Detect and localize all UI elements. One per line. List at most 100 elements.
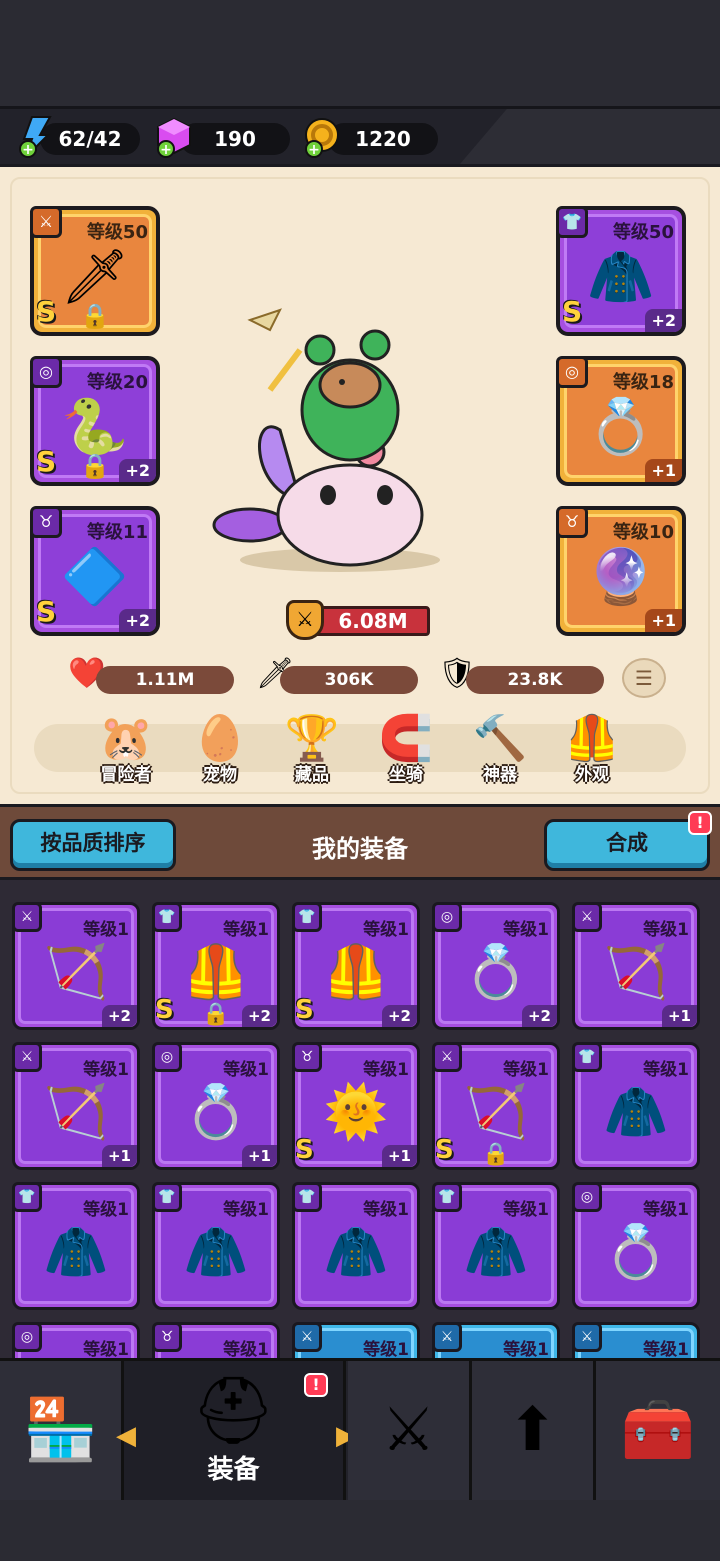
equip-slot-ring-2[interactable]: ◎ 等级18 💍 +1 — [556, 356, 686, 486]
armor-icon: 👕 — [152, 902, 182, 932]
merge-button[interactable]: 合成 — [544, 819, 710, 871]
inventory-item[interactable]: ⚔ 等级1 🏹 +2 — [12, 902, 140, 1030]
green-bow-icon: 🏹 — [463, 1082, 529, 1143]
svg-text:+: + — [22, 142, 34, 158]
crossbow-icon: 🏹 — [603, 942, 669, 1003]
tab-mount[interactable]: 🧲 坐骑 — [366, 712, 446, 785]
outfit-icon: 🦺 — [564, 713, 620, 764]
equipment-alert-badge: ! — [304, 1373, 328, 1397]
armor-icon: 👕 — [556, 206, 588, 238]
fur-armor-icon: 🧥 — [183, 1222, 249, 1283]
inventory-item[interactable]: 👕 等级1 🧥 — [432, 1182, 560, 1310]
greatsword-icon: 🗡 — [60, 245, 130, 309]
gold-counter: 1220 — [328, 123, 438, 155]
sword-icon: ⚔ — [432, 1042, 462, 1072]
inventory-item[interactable]: ◎ 等级1 💍 +1 — [152, 1042, 280, 1170]
sword-icon: ⚔ — [572, 902, 602, 932]
armor-icon: 👕 — [292, 1182, 322, 1212]
fur-armor-icon: 🧥 — [603, 1082, 669, 1143]
gold-ring-icon: 💍 — [603, 1222, 669, 1283]
inventory-item[interactable]: ◎ 等级1 💍 +2 — [432, 902, 560, 1030]
defense-stat: 23.8K — [466, 666, 604, 694]
lock-icon: 🔒 — [80, 452, 110, 480]
sword-icon: ⚔ — [572, 1322, 602, 1352]
armor-icon: 👕 — [572, 1042, 602, 1072]
tab-adventurer[interactable]: 🐹 冒险者 — [86, 712, 166, 785]
crossbow-icon: 🏹 — [43, 1082, 109, 1143]
inventory-item[interactable]: 👕 等级1 🧥 — [572, 1042, 700, 1170]
armor-icon: 👕 — [292, 902, 322, 932]
fur-armor-icon: 🧥 — [43, 1222, 109, 1283]
inventory-item[interactable]: ⚔ 等级1 🏹 S 🔒 — [432, 1042, 560, 1170]
crossbow-icon: 🏹 — [43, 942, 109, 1003]
ring-icon: ◎ — [12, 1322, 42, 1352]
fur-armor-icon: 🧥 — [463, 1222, 529, 1283]
ring-icon: ◎ — [152, 1042, 182, 1072]
equip-slot-amulet[interactable]: ♉ 等级11 🔷 S +2 — [30, 506, 160, 636]
inventory-item[interactable]: ♉ 等级1 — [152, 1322, 280, 1358]
inventory-item[interactable]: 👕 等级1 🦺 S +2 — [292, 902, 420, 1030]
footer-spacer — [0, 1500, 720, 1561]
tab-artifact[interactable]: 🔨 神器 — [460, 712, 540, 785]
nav-equipment[interactable]: ⛑ 装备 ! — [124, 1361, 346, 1500]
inventory-item[interactable]: ⚔ 等级1 — [432, 1322, 560, 1358]
attack-stat: 306K — [280, 666, 418, 694]
inventory-item[interactable]: ⚔ 等级1 — [292, 1322, 420, 1358]
ring-icon: ◎ — [572, 1182, 602, 1212]
tab-appearance[interactable]: 🦺 外观 — [552, 712, 632, 785]
lock-icon: 🔒 — [202, 1002, 230, 1027]
treasure-chest-icon: 🧰 — [620, 1395, 696, 1465]
inventory-item[interactable]: 👕 等级1 🦺 S 🔒 +2 — [152, 902, 280, 1030]
inventory-item[interactable]: ⚔ 等级1 — [572, 1322, 700, 1358]
coin-plus-icon[interactable]: + — [302, 115, 342, 159]
gem-counter: 190 — [180, 123, 290, 155]
gem-plus-icon[interactable]: + — [154, 115, 194, 159]
equip-slot-weapon[interactable]: ⚔ 等级50 🗡 S 🔒 — [30, 206, 160, 336]
horseshoe-icon: 🧲 — [378, 713, 434, 764]
sword-icon: ⚔ — [432, 1322, 462, 1352]
egg-icon: 🥚 — [192, 713, 248, 764]
inventory-item[interactable]: 👕 等级1 🧥 — [152, 1182, 280, 1310]
sort-by-quality-button[interactable]: 按品质排序 — [10, 819, 176, 871]
equip-slot-amulet-2[interactable]: ♉ 等级10 🔮 +1 — [556, 506, 686, 636]
gold-ring-icon: 💍 — [463, 942, 529, 1003]
gold-ring-icon: 💍 — [183, 1082, 249, 1143]
fur-armor-icon: 🧥 — [323, 1222, 389, 1283]
crossed-swords-icon: ⚔ — [381, 1395, 436, 1465]
winged-emblem-icon: 🔷 — [61, 545, 129, 609]
inventory-item[interactable]: ♉ 等级1 🌞 S +1 — [292, 1042, 420, 1170]
upgrade-arrow-icon: ⬆ — [507, 1395, 558, 1465]
bottom-navigation: 🏪 ⛑ 装备 ! ◀ ▶ ⚔ ⬆ 🧰 — [0, 1358, 720, 1500]
game-screen: 62/42 + 190 + 1220 + ⚔ 等级50 🗡 S 🔒 ◎ 等级20… — [0, 0, 720, 1561]
nav-treasure[interactable]: 🧰 — [596, 1361, 720, 1500]
equip-slot-armor[interactable]: 👕 等级50 🧥 S +2 — [556, 206, 686, 336]
equip-slot-ring[interactable]: ◎ 等级20 🐍 S 🔒 +2 — [30, 356, 160, 486]
inventory-item[interactable]: ⚔ 等级1 🏹 +1 — [572, 902, 700, 1030]
hammer-icon: 🔨 — [472, 713, 528, 764]
lightning-plus-icon[interactable]: + — [16, 115, 56, 159]
ring-icon: ◎ — [432, 902, 462, 932]
necklace-icon: ♉ — [556, 506, 588, 538]
inventory-item[interactable]: 👕 等级1 🧥 — [12, 1182, 140, 1310]
capybara-icon: 🐹 — [98, 713, 154, 764]
lock-icon: 🔒 — [80, 302, 110, 330]
cloak-icon: 🧥 — [587, 245, 655, 309]
inventory-item[interactable]: ◎ 等级1 — [12, 1322, 140, 1358]
tab-pet[interactable]: 🥚 宠物 — [180, 712, 260, 785]
sun-medallion-icon: 🌞 — [323, 1082, 389, 1143]
necklace-icon: ♉ — [152, 1322, 182, 1352]
nav-battle[interactable]: ⚔ — [348, 1361, 472, 1500]
nav-shop[interactable]: 🏪 — [0, 1361, 124, 1500]
inventory-item[interactable]: ◎ 等级1 💍 — [572, 1182, 700, 1310]
dark-armor-icon: 🦺 — [183, 942, 249, 1003]
inventory-item[interactable]: 👕 等级1 🧥 — [292, 1182, 420, 1310]
inventory-item[interactable]: ⚔ 等级1 🏹 +1 — [12, 1042, 140, 1170]
stats-detail-button[interactable]: ☰ — [622, 658, 666, 698]
chevron-left-icon: ◀ — [116, 1421, 136, 1451]
armor-icon: 👕 — [152, 1182, 182, 1212]
nav-upgrade[interactable]: ⬆ — [472, 1361, 596, 1500]
tab-collection[interactable]: 🏆 藏品 — [272, 712, 352, 785]
ring-icon: ◎ — [556, 356, 588, 388]
knight-helmet-icon: ⛑ — [191, 1372, 276, 1449]
hero-character[interactable] — [210, 290, 470, 580]
